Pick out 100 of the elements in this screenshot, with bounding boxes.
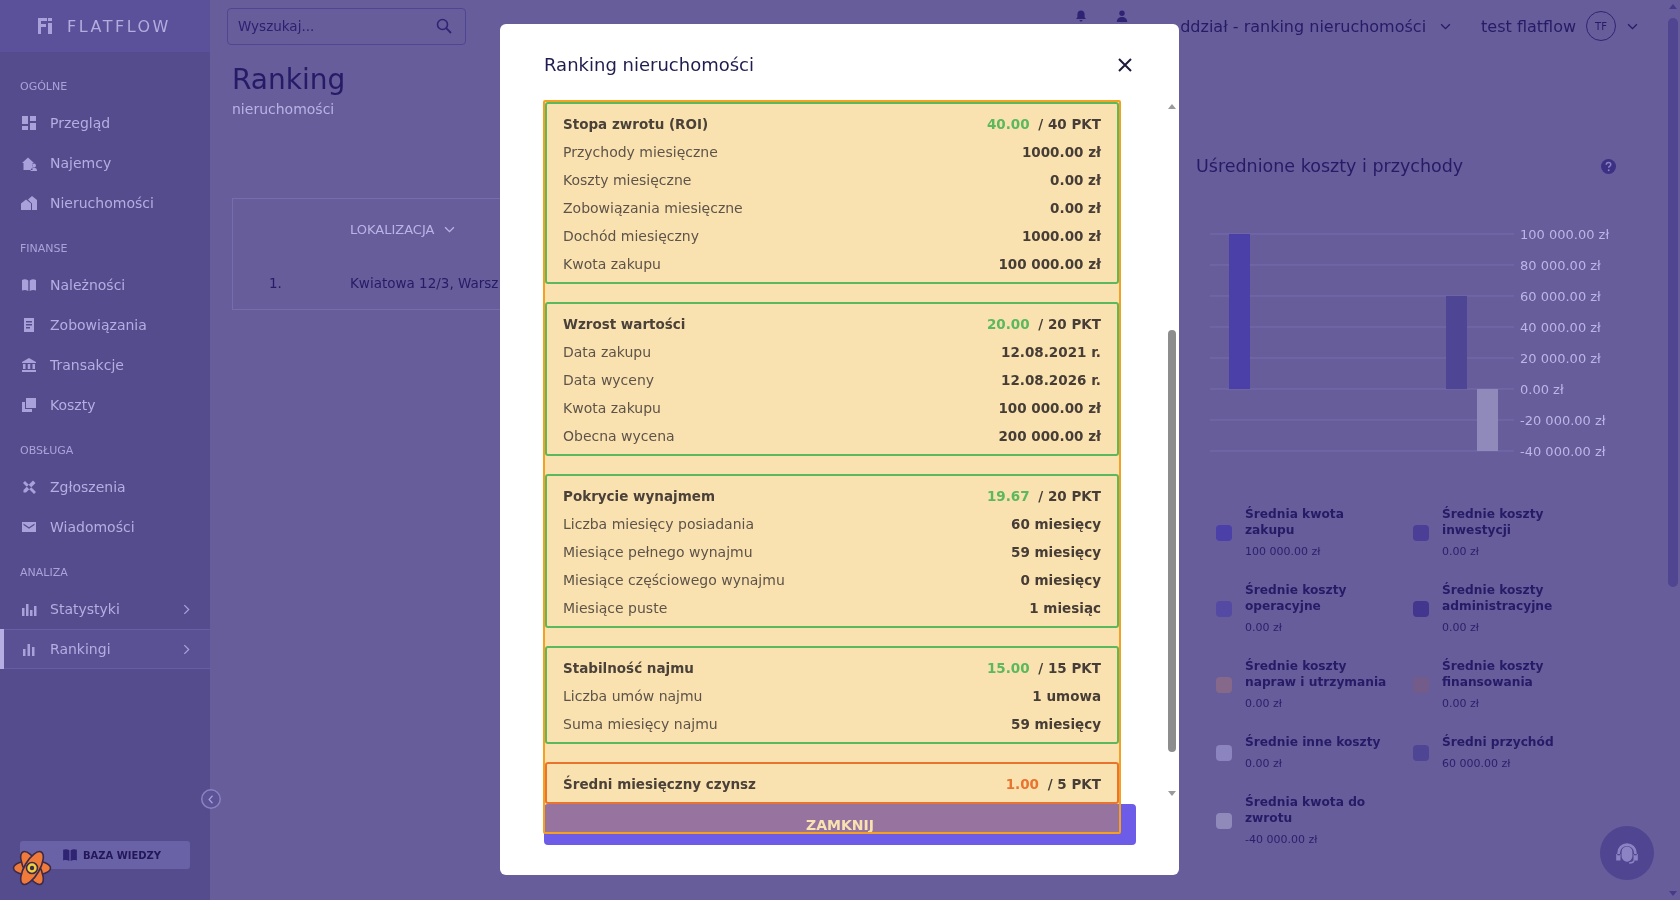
support-button[interactable] [1600, 826, 1654, 880]
score-value: 20.00 [986, 316, 1030, 332]
close-icon[interactable] [1118, 58, 1132, 72]
legend-label: Średnie koszty administracyjne [1442, 582, 1554, 614]
user-menu[interactable]: test flatflow TF [1481, 11, 1638, 41]
chevron-left-icon [208, 794, 214, 804]
page-title: Ranking [232, 62, 347, 98]
sidebar-item[interactable]: Zobowiązania [0, 305, 210, 345]
score-value: 19.67 [986, 488, 1030, 504]
scroll-down-arrow-icon[interactable] [1669, 891, 1677, 896]
legend-value: -40 000.00 zł [1245, 832, 1319, 848]
scroll-up-arrow-icon[interactable] [1168, 104, 1176, 109]
sidebar-item[interactable]: Najemcy [0, 143, 210, 183]
sidebar-item[interactable]: Zgłoszenia [0, 467, 210, 507]
sidebar-item[interactable]: Transakcje [0, 345, 210, 385]
book-icon [21, 277, 37, 293]
scroll-down-arrow-icon[interactable] [1168, 791, 1176, 796]
row-label: Kwota zakupu [563, 400, 661, 416]
section-title: Wzrost wartości [563, 316, 686, 332]
table-cell: Kwiatowa 12/3, Warsz [350, 275, 499, 291]
sidebar-item[interactable]: Koszty [0, 385, 210, 425]
branch-selector[interactable]: ddział - ranking nieruchomości [1180, 16, 1452, 36]
score-value: 40.00 [986, 116, 1030, 132]
row-value: 0.00 zł [1050, 172, 1101, 188]
sidebar-item[interactable]: Przegląd [0, 103, 210, 143]
score-value: 15.00 [986, 660, 1030, 676]
sidebar-item[interactable]: Statystyki [0, 589, 210, 629]
legend-value: 0.00 zł [1245, 696, 1283, 712]
logo-mark-icon [38, 18, 52, 34]
row-value: 1 miesiąc [1029, 600, 1101, 616]
axis-label: 100 000.00 zł [1520, 226, 1610, 242]
nav-section-title: ANALIZA [19, 565, 69, 581]
chevron-down-icon [444, 225, 456, 233]
bell-icon[interactable] [1075, 10, 1088, 22]
row-label: Kwota zakupu [563, 256, 661, 272]
axis-label: 60 000.00 zł [1520, 288, 1601, 304]
row-value: 0 miesięcy [1020, 572, 1101, 588]
chart-title: Uśrednione koszty i przychody [1196, 155, 1464, 178]
axis-label: -20 000.00 zł [1520, 412, 1606, 428]
page-subtitle: nieruchomości [232, 100, 336, 118]
envelope-icon [21, 519, 37, 535]
axis-label: 0.00 zł [1520, 381, 1564, 397]
help-icon[interactable] [1601, 158, 1616, 174]
close-modal-button[interactable]: ZAMKNIJ [544, 804, 1136, 845]
nav-section-title: FINANSE [19, 241, 69, 257]
row-value: 1000.00 zł [1021, 228, 1101, 244]
row-label: Przychody miesięczne [563, 144, 718, 160]
search-field[interactable]: Wyszukaj... [227, 7, 466, 45]
row-label: Zobowiązania miesięczne [563, 200, 743, 216]
sidebar-item[interactable]: Nieruchomości [0, 183, 210, 223]
chevron-down-icon [1627, 22, 1638, 30]
row-label: Miesiące częściowego wynajmu [563, 572, 785, 588]
legend-value: 0.00 zł [1442, 696, 1480, 712]
score-max: / 15 PKT [1038, 660, 1101, 676]
houses-icon [21, 195, 37, 211]
row-value: 59 miesięcy [1011, 544, 1101, 560]
score-max: / 20 PKT [1038, 316, 1101, 332]
sidebar-item[interactable]: Rankingi [0, 629, 210, 669]
row-label: Obecna wycena [563, 428, 675, 444]
section-title: Stabilność najmu [563, 660, 694, 676]
book-icon [62, 849, 77, 861]
row-label: Miesiące puste [563, 600, 668, 616]
headset-icon [1614, 840, 1640, 866]
person-icon[interactable] [1116, 10, 1129, 22]
scrollbar-thumb[interactable] [1168, 330, 1176, 752]
knowledge-base-button[interactable]: BAZA WIEDZY [20, 841, 190, 869]
row-value: 200 000.00 zł [998, 428, 1101, 444]
document-icon [21, 317, 37, 333]
sidebar-item[interactable]: Należności [0, 265, 210, 305]
legend-value: 0.00 zł [1245, 756, 1283, 772]
section-title: Średni miesięczny czynsz [563, 776, 756, 792]
chevron-right-icon [183, 643, 190, 655]
sidebar-item[interactable]: Wiadomości [0, 507, 210, 547]
row-label: Data wyceny [563, 372, 655, 388]
row-value: 12.08.2021 r. [1001, 344, 1101, 360]
axis-label: 80 000.00 zł [1520, 257, 1601, 273]
axis-label: 40 000.00 zł [1520, 319, 1601, 335]
legend-label: Średni przychód [1442, 734, 1555, 750]
row-value: 60 miesięcy [1011, 516, 1101, 532]
legend-value: 60 000.00 zł [1442, 756, 1512, 772]
house-person-icon [21, 155, 37, 171]
row-value: 100 000.00 zł [998, 256, 1101, 272]
row-value: 12.08.2026 r. [1001, 372, 1101, 388]
legend-label: Średnie koszty finansowania [1442, 658, 1545, 690]
column-header[interactable]: LOKALIZACJA [350, 221, 456, 237]
legend-label: Średnie inne koszty [1245, 734, 1382, 750]
row-label: Dochód miesięczny [563, 228, 699, 244]
score-value: 1.00 [1005, 776, 1039, 792]
scrollbar-thumb[interactable] [1668, 18, 1678, 587]
legend-label: Średnie koszty napraw i utrzymania [1245, 658, 1388, 690]
row-label: Miesiące pełnego wynajmu [563, 544, 753, 560]
collapse-sidebar-button[interactable] [201, 789, 221, 809]
modal-title: Ranking nieruchomości [544, 54, 754, 76]
chart-bar [1477, 389, 1498, 451]
row-label: Data zakupu [563, 344, 652, 360]
logo-text: FLATFLOW [67, 16, 171, 36]
nav-section-title: OGÓLNE [19, 79, 69, 95]
section-title: Stopa zwrotu (ROI) [563, 116, 709, 132]
nav-section-title: OBSŁUGA [19, 443, 75, 459]
scroll-up-arrow-icon[interactable] [1669, 4, 1677, 9]
